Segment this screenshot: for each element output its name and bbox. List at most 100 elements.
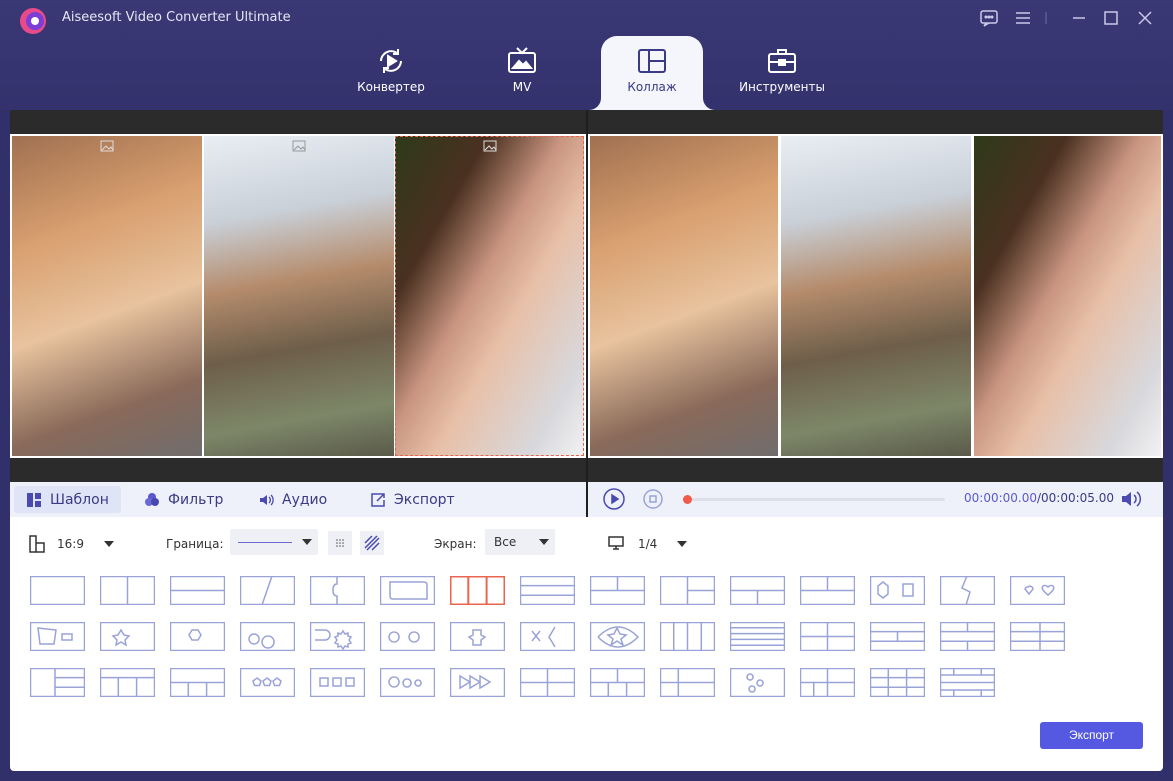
filter-icon (145, 492, 159, 506)
layout-template[interactable] (99, 667, 156, 698)
aspect-ratio-value[interactable]: 16:9 (57, 537, 84, 551)
tab-label: Коллаж (627, 80, 677, 94)
minimize-icon[interactable] (1067, 6, 1091, 30)
maximize-icon[interactable] (1099, 6, 1123, 30)
layout-template[interactable] (379, 621, 436, 652)
timecode: 00:00:00.00/00:00:05.00 (964, 491, 1114, 505)
collage-cell-2[interactable] (204, 136, 394, 456)
layout-template[interactable] (589, 575, 646, 606)
tab-label: Инструменты (739, 80, 825, 94)
tab-export[interactable]: Экспорт (358, 486, 467, 513)
app-title: Aiseesoft Video Converter Ultimate (62, 10, 291, 25)
tab-tools[interactable]: Инструменты (730, 36, 834, 110)
tab-filter[interactable]: Фильтр (132, 486, 235, 513)
layout-template[interactable] (799, 621, 856, 652)
title-separator (1040, 6, 1052, 30)
export-icon (371, 492, 385, 507)
layout-template[interactable] (939, 575, 996, 606)
layout-template[interactable] (1009, 575, 1066, 606)
menu-icon[interactable] (1011, 6, 1035, 30)
image-icon (483, 140, 496, 152)
border-style-select[interactable] (230, 529, 318, 555)
layout-template[interactable] (869, 575, 926, 606)
layout-template[interactable] (869, 667, 926, 698)
layout-template[interactable] (659, 621, 716, 652)
layout-template[interactable] (449, 621, 506, 652)
collage-editor[interactable] (10, 134, 586, 458)
layout-template[interactable] (1009, 621, 1066, 652)
progress-handle[interactable] (683, 495, 692, 504)
layout-template[interactable] (29, 667, 86, 698)
layout-template[interactable] (99, 575, 156, 606)
layout-template[interactable] (99, 621, 156, 652)
progress-bar[interactable] (683, 495, 945, 504)
layout-template[interactable] (309, 621, 366, 652)
tab-label: Аудио (282, 491, 328, 508)
layout-template[interactable] (169, 667, 226, 698)
layout-template[interactable] (659, 575, 716, 606)
layout-template[interactable] (729, 575, 786, 606)
layout-template[interactable] (589, 667, 646, 698)
close-icon[interactable] (1133, 6, 1157, 30)
tv-icon (508, 47, 536, 73)
tab-audio[interactable]: Аудио (246, 486, 339, 513)
border-dropdown-icon[interactable] (302, 539, 312, 545)
layout-template[interactable] (659, 667, 716, 698)
title-bar: Aiseesoft Video Converter Ultimate Конве… (0, 0, 1173, 110)
template-icon (27, 492, 41, 507)
layout-template[interactable] (729, 621, 786, 652)
screen-select[interactable]: Все (485, 529, 555, 555)
collage-cell-1[interactable] (12, 136, 202, 456)
layout-template[interactable] (519, 621, 576, 652)
layout-template[interactable] (169, 621, 226, 652)
layout-template[interactable] (939, 667, 996, 698)
volume-icon[interactable] (1120, 489, 1142, 509)
preview-cell-1 (590, 136, 778, 456)
template-options: 16:9 Граница: Экран: Все 1/4 (10, 517, 1163, 557)
layout-template-selected[interactable] (449, 575, 506, 606)
layout-template[interactable] (309, 667, 366, 698)
aspect-ratio-dropdown-icon[interactable] (104, 541, 114, 547)
feedback-icon[interactable] (977, 6, 1001, 30)
tab-label: Шаблон (50, 491, 109, 508)
tab-mv[interactable]: MV (471, 36, 573, 110)
layout-template[interactable] (239, 575, 296, 606)
pane-divider (586, 110, 588, 517)
layout-template[interactable] (379, 667, 436, 698)
tab-collage[interactable]: Коллаж (601, 36, 703, 110)
image-icon (292, 140, 306, 152)
page-dropdown-icon[interactable] (677, 541, 687, 547)
tab-template[interactable]: Шаблон (14, 486, 121, 513)
layout-template[interactable] (169, 575, 226, 606)
export-button[interactable]: Экспорт (1040, 722, 1143, 749)
layout-template[interactable] (519, 667, 576, 698)
layout-template[interactable] (729, 667, 786, 698)
tab-converter[interactable]: Конвертер (340, 36, 442, 110)
layout-template[interactable] (799, 575, 856, 606)
layout-template[interactable] (869, 621, 926, 652)
layout-template[interactable] (239, 667, 296, 698)
border-pattern-icon[interactable] (360, 531, 384, 555)
tab-label: MV (512, 80, 532, 94)
layout-template[interactable] (239, 621, 296, 652)
tab-label: Экспорт (394, 491, 455, 508)
stop-icon[interactable] (642, 488, 664, 510)
layout-template[interactable] (799, 667, 856, 698)
layout-template[interactable] (309, 575, 366, 606)
monitor-icon (608, 536, 624, 550)
preview-cell-3 (974, 136, 1161, 456)
play-icon[interactable] (603, 488, 625, 510)
aspect-ratio-icon (29, 535, 45, 553)
layout-template[interactable] (519, 575, 576, 606)
collage-cell-3-selected[interactable] (395, 136, 584, 456)
border-grid-icon[interactable] (328, 531, 352, 555)
tab-label: Фильтр (168, 491, 224, 508)
layout-template[interactable] (589, 621, 646, 652)
layout-template[interactable] (379, 575, 436, 606)
app-logo-icon (20, 8, 46, 34)
layout-template[interactable] (29, 621, 86, 652)
layout-template[interactable] (939, 621, 996, 652)
screen-dropdown-icon[interactable] (539, 539, 549, 545)
layout-template[interactable] (29, 575, 86, 606)
layout-template[interactable] (449, 667, 506, 698)
